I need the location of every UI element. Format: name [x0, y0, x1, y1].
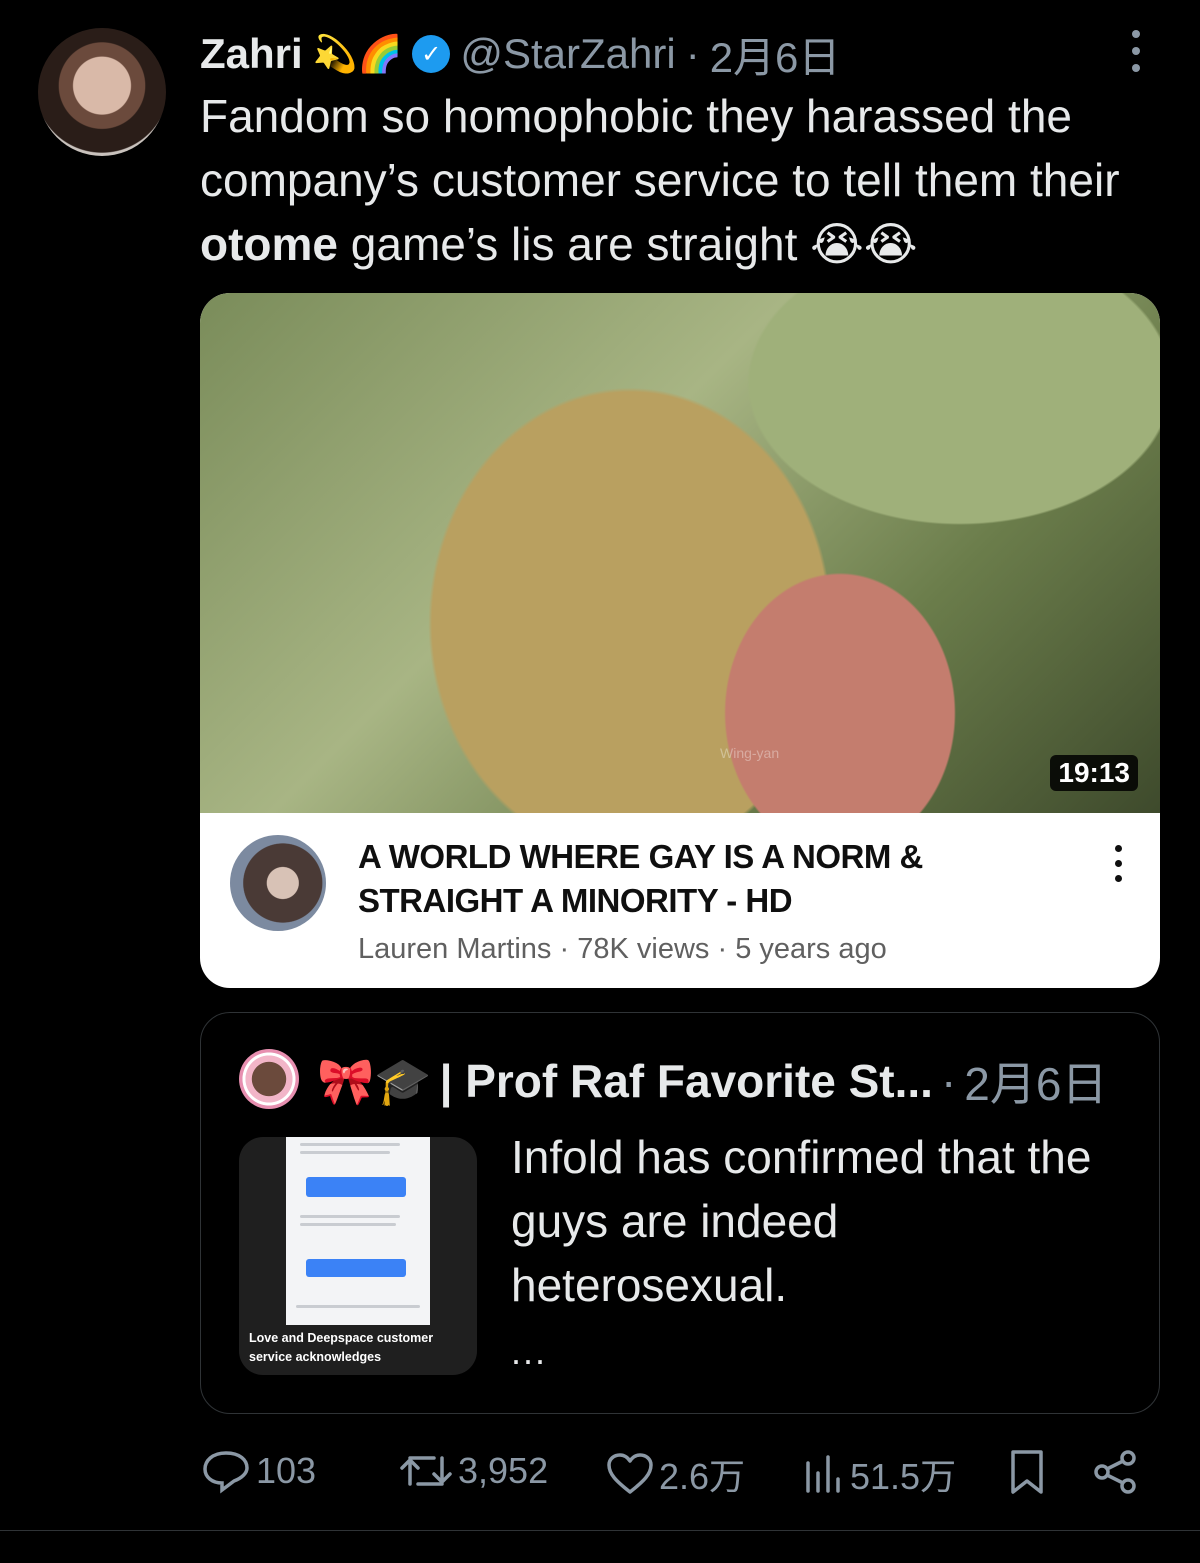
bottom-divider [0, 1530, 1200, 1531]
quote-media[interactable]: Love and Deepspace customer service ackn… [239, 1137, 477, 1375]
reply-button[interactable]: 103 [200, 1448, 316, 1494]
verified-badge-icon: ✓ [412, 35, 451, 73]
bookmark-button[interactable] [1005, 1448, 1049, 1496]
quote-media-caption: Love and Deepspace customer service ackn… [249, 1331, 434, 1364]
quote-name-emojis: 🎀🎓 [317, 1054, 432, 1107]
video-title-line1: A WORLD WHERE GAY IS A NORM & [358, 838, 923, 875]
name-emojis: 💫🌈 [312, 33, 403, 74]
channel-name[interactable]: Lauren Martins [358, 933, 551, 965]
tweet-text-part1: Fandom so homophobic they harassed the c… [200, 90, 1120, 206]
share-icon [1094, 1450, 1136, 1494]
reply-count: 103 [256, 1450, 317, 1491]
quote-author-name[interactable]: | Prof Raf Favorite St... [440, 1054, 933, 1108]
header-separator: · [685, 30, 700, 77]
tweet-text-bold: otome [200, 218, 338, 270]
video-watermark: Wing-yan [720, 745, 780, 761]
video-duration: 19:13 [1050, 755, 1138, 791]
views-count: 51.5万 [850, 1456, 957, 1497]
like-button[interactable]: 2.6万 [605, 1448, 745, 1500]
video-title-line2: STRAIGHT A MINORITY - HD [358, 882, 793, 919]
views-button[interactable]: 51.5万 [800, 1448, 956, 1500]
action-bar: 103 3,952 2.6万 51.5万 [200, 1448, 1160, 1500]
more-options-icon[interactable] [1124, 30, 1148, 72]
video-meta: Lauren Martins · 78K views · 5 years ago [358, 933, 887, 966]
views-icon [806, 1455, 840, 1493]
heart-icon [607, 1453, 653, 1494]
view-count: 78K views [577, 933, 710, 965]
chat-screenshot [286, 1137, 430, 1325]
tweet-text: Fandom so homophobic they harassed the c… [200, 84, 1160, 276]
quote-header: 🎀🎓 | Prof Raf Favorite St... · 2月6日 [317, 1049, 1119, 1113]
bookmark-icon [1011, 1450, 1043, 1494]
repost-icon [400, 1456, 452, 1486]
upload-age: 5 years ago [735, 933, 887, 965]
tweet-date[interactable]: 2月6日 [710, 24, 841, 85]
repost-button[interactable]: 3,952 [398, 1448, 548, 1494]
quote-author-avatar[interactable] [239, 1049, 299, 1109]
tweet-text-emojis: 😭😭 [810, 218, 918, 270]
meta-separator: · [559, 933, 570, 965]
quote-separator: · [940, 1055, 957, 1107]
share-button[interactable] [1090, 1448, 1140, 1496]
like-count: 2.6万 [659, 1456, 746, 1497]
quote-ellipsis: ... [511, 1331, 548, 1372]
video-title[interactable]: A WORLD WHERE GAY IS A NORM & STRAIGHT A… [358, 835, 1058, 923]
video-thumbnail[interactable]: 19:13 [200, 293, 1160, 813]
video-more-icon[interactable] [1115, 845, 1122, 882]
quote-text: Infold has confirmed that the guys are i… [511, 1131, 1092, 1311]
repost-count: 3,952 [458, 1450, 549, 1491]
video-card[interactable]: 19:13 A WORLD WHERE GAY IS A NORM & STRA… [200, 293, 1160, 988]
quoted-tweet[interactable]: 🎀🎓 | Prof Raf Favorite St... · 2月6日 Love… [200, 1012, 1160, 1414]
quote-date[interactable]: 2月6日 [964, 1048, 1107, 1114]
author-avatar[interactable] [38, 28, 166, 156]
tweet-header: Zahri 💫🌈 ✓ @StarZahri · 2月6日 [200, 26, 1160, 82]
author-handle[interactable]: @StarZahri [460, 30, 675, 78]
channel-avatar[interactable] [230, 835, 326, 931]
meta-separator: · [717, 933, 728, 965]
display-name[interactable]: Zahri [200, 30, 303, 78]
tweet-text-part2: game’s lis are straight [338, 218, 811, 270]
reply-icon [203, 1451, 249, 1494]
